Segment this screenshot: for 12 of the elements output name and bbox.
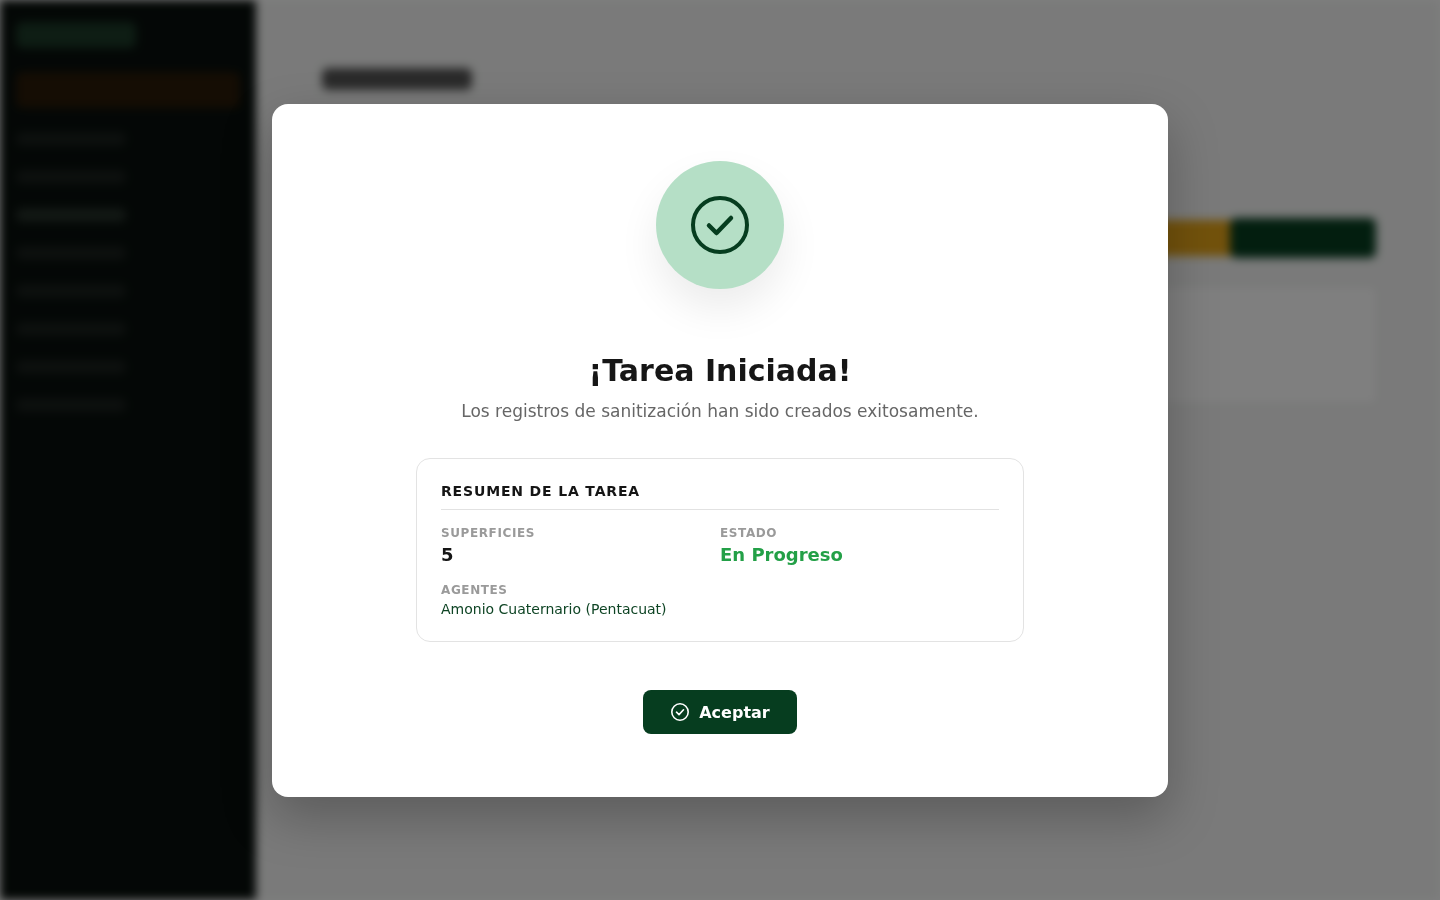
- summary-heading: RESUMEN DE LA TAREA: [441, 483, 999, 510]
- field-label: SUPERFICIES: [441, 526, 535, 540]
- accept-button[interactable]: Aceptar: [643, 690, 797, 734]
- field-value: Amonio Cuaternario (Pentacuat): [441, 601, 667, 617]
- field-label: ESTADO: [720, 526, 778, 540]
- dialog-title: ¡Tarea Iniciada!: [588, 352, 852, 390]
- field-label: AGENTES: [441, 583, 508, 597]
- check-circle-icon: [670, 702, 691, 722]
- field-value: 5: [441, 544, 454, 565]
- dialog-message: Los registros de sanitización han sido creados exitosamente.: [461, 400, 979, 423]
- field-value: En Progreso: [720, 544, 843, 565]
- check-circle-icon: [690, 195, 750, 255]
